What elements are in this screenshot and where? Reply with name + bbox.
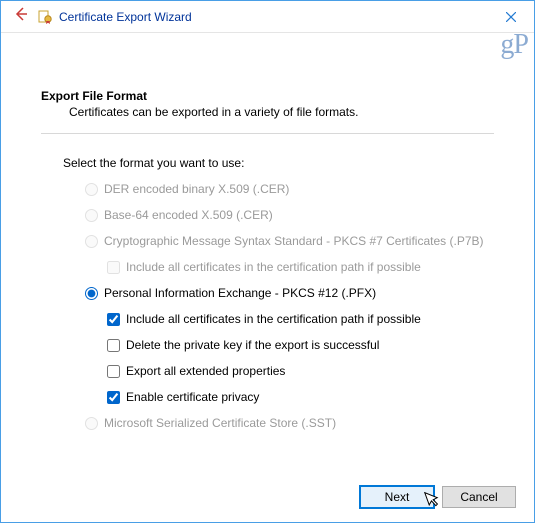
option-pfx[interactable]: Personal Information Exchange - PKCS #12… — [85, 282, 494, 304]
radio-sst — [85, 417, 98, 430]
label-pkcs7-chain: Include all certificates in the certific… — [122, 260, 421, 274]
label-der: DER encoded binary X.509 (.CER) — [100, 182, 289, 196]
next-button[interactable]: Next — [360, 486, 434, 508]
close-icon — [506, 12, 516, 22]
label-pkcs7: Cryptographic Message Syntax Standard - … — [100, 234, 484, 248]
option-pfx-privacy[interactable]: Enable certificate privacy — [107, 386, 494, 408]
option-pkcs7-include-chain: Include all certificates in the certific… — [107, 256, 494, 278]
dialog-footer: Next Cancel — [360, 486, 516, 508]
certificate-icon — [37, 9, 53, 25]
close-button[interactable] — [488, 2, 534, 32]
titlebar: Certificate Export Wizard — [1, 1, 534, 33]
radio-pkcs7 — [85, 235, 98, 248]
option-pfx-include-chain[interactable]: Include all certificates in the certific… — [107, 308, 494, 330]
wizard-page: Export File Format Certificates can be e… — [1, 33, 534, 434]
back-arrow-icon[interactable] — [1, 6, 37, 27]
option-pkcs7: Cryptographic Message Syntax Standard - … — [85, 230, 494, 252]
check-pfx-ext[interactable] — [107, 365, 120, 378]
page-heading: Export File Format — [41, 89, 494, 103]
option-base64: Base-64 encoded X.509 (.CER) — [85, 204, 494, 226]
label-pfx-delete[interactable]: Delete the private key if the export is … — [122, 338, 379, 352]
label-sst: Microsoft Serialized Certificate Store (… — [100, 416, 336, 430]
check-pfx-privacy[interactable] — [107, 391, 120, 404]
radio-pfx[interactable] — [85, 287, 98, 300]
radio-der — [85, 183, 98, 196]
divider — [41, 133, 494, 134]
window-title: Certificate Export Wizard — [59, 10, 192, 24]
cancel-button[interactable]: Cancel — [442, 486, 516, 508]
label-pfx-chain[interactable]: Include all certificates in the certific… — [122, 312, 421, 326]
option-pfx-export-ext[interactable]: Export all extended properties — [107, 360, 494, 382]
check-pfx-chain[interactable] — [107, 313, 120, 326]
check-pfx-delete[interactable] — [107, 339, 120, 352]
page-subheading: Certificates can be exported in a variet… — [41, 103, 494, 133]
option-sst: Microsoft Serialized Certificate Store (… — [85, 412, 494, 434]
check-pkcs7-chain — [107, 261, 120, 274]
option-der: DER encoded binary X.509 (.CER) — [85, 178, 494, 200]
radio-base64 — [85, 209, 98, 222]
label-base64: Base-64 encoded X.509 (.CER) — [100, 208, 273, 222]
format-options: DER encoded binary X.509 (.CER) Base-64 … — [41, 178, 494, 434]
label-pfx-ext[interactable]: Export all extended properties — [122, 364, 285, 378]
label-pfx[interactable]: Personal Information Exchange - PKCS #12… — [100, 286, 376, 300]
option-pfx-delete-key[interactable]: Delete the private key if the export is … — [107, 334, 494, 356]
label-pfx-privacy[interactable]: Enable certificate privacy — [122, 390, 259, 404]
instruction-text: Select the format you want to use: — [41, 156, 494, 178]
